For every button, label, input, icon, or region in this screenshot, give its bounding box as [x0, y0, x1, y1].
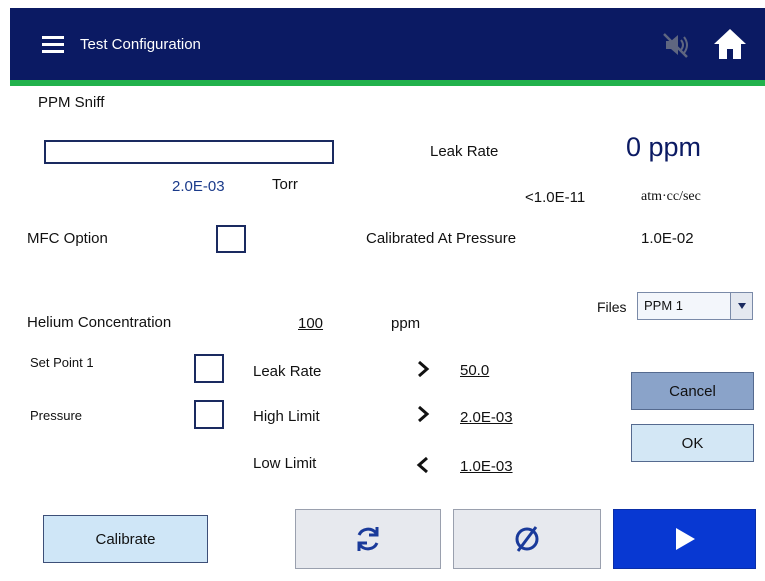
cancel-button[interactable]: Cancel [631, 372, 754, 410]
dropdown-arrow-icon[interactable] [730, 293, 752, 319]
header-accent-bar [10, 80, 765, 86]
leak-rate-std-value: <1.0E-11 [525, 189, 586, 206]
set-point-checkbox[interactable] [194, 354, 224, 383]
less-than-icon [416, 456, 428, 474]
setpoint-leak-rate-label: Leak Rate [253, 363, 322, 380]
zero-icon [515, 526, 539, 552]
greater-than-icon [418, 360, 430, 378]
files-label: Files [597, 299, 627, 315]
helium-concentration-label: Helium Concentration [27, 314, 172, 331]
helium-concentration-unit: ppm [391, 315, 421, 332]
pressure-unit: Torr [272, 176, 298, 193]
setpoint-leak-rate-value[interactable]: 50.0 [460, 362, 489, 379]
leak-rate-std-unit: atm·cc/sec [641, 189, 701, 204]
set-point-label: Set Point 1 [30, 355, 94, 370]
refresh-button[interactable] [295, 509, 441, 569]
greater-than-icon [418, 405, 430, 423]
files-selected-value: PPM 1 [644, 298, 684, 313]
calibrated-pressure-value: 1.0E-02 [641, 230, 694, 247]
calibrated-pressure-label: Calibrated At Pressure [366, 230, 517, 247]
pressure-setpoint-label: Pressure [30, 408, 83, 423]
high-limit-label: High Limit [253, 408, 320, 425]
leak-rate-label: Leak Rate [430, 143, 499, 160]
hamburger-menu-icon[interactable] [42, 36, 64, 53]
helium-concentration-value[interactable]: 100 [298, 315, 323, 332]
test-name-field[interactable] [44, 140, 334, 164]
page-title: Test Configuration [80, 36, 201, 53]
calibrate-button[interactable]: Calibrate [43, 515, 208, 563]
speaker-muted-icon[interactable] [660, 30, 690, 60]
refresh-icon [357, 527, 379, 551]
pressure-value: 2.0E-03 [172, 178, 225, 195]
low-limit-label: Low Limit [253, 455, 317, 472]
mfc-option-checkbox[interactable] [216, 225, 246, 253]
pressure-setpoint-checkbox[interactable] [194, 400, 224, 429]
mode-label: PPM Sniff [38, 94, 105, 111]
start-button[interactable] [613, 509, 756, 569]
low-limit-value[interactable]: 1.0E-03 [460, 458, 513, 475]
ok-button[interactable]: OK [631, 424, 754, 462]
home-icon[interactable] [712, 26, 748, 62]
files-select[interactable]: PPM 1 [637, 292, 753, 320]
high-limit-value[interactable]: 2.0E-03 [460, 409, 513, 426]
mfc-option-label: MFC Option [27, 230, 108, 247]
zero-button[interactable] [453, 509, 601, 569]
play-icon [675, 528, 695, 550]
leak-rate-display: 0 ppm [626, 132, 702, 162]
